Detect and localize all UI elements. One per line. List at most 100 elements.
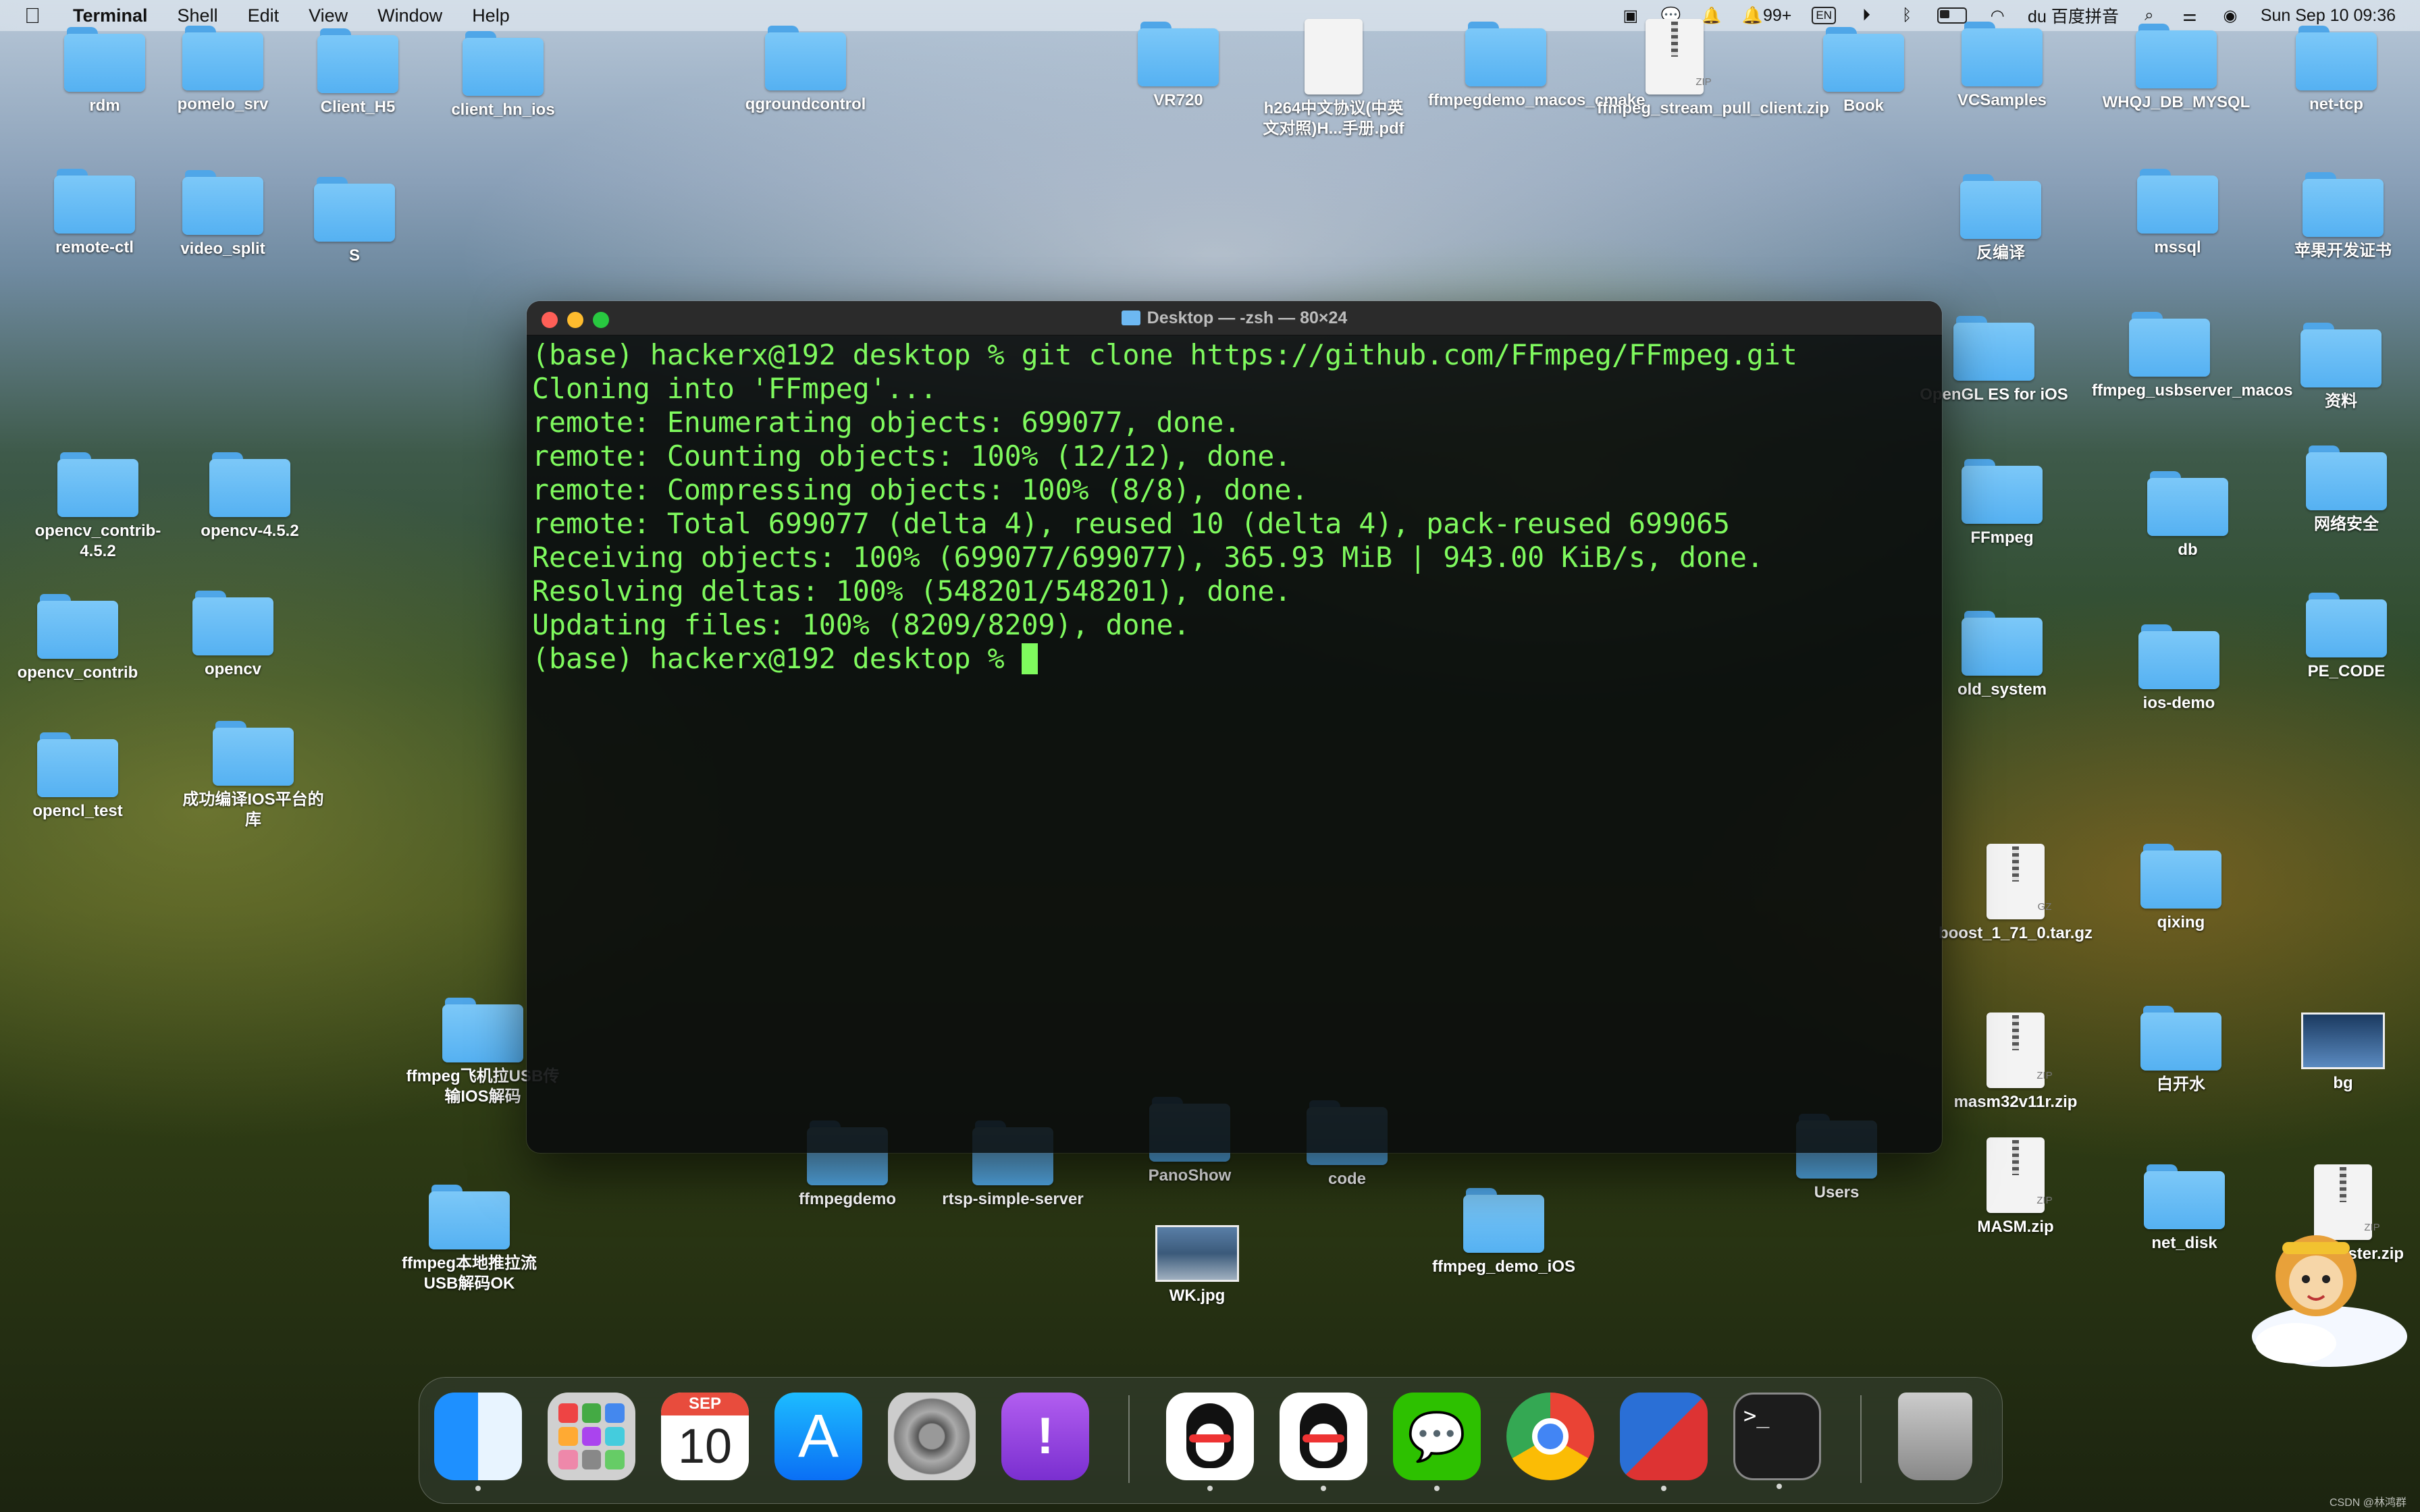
terminal-title-bar[interactable]: Desktop — -zsh — 80×24: [527, 301, 1942, 335]
apple-menu-icon[interactable]: : [24, 3, 65, 28]
folder-icon: [37, 732, 118, 797]
clock[interactable]: Sun Sep 10 09:36: [2261, 6, 2396, 26]
terminal-output[interactable]: (base) hackerx@192 desktop % git clone h…: [527, 335, 1942, 678]
gz-file-icon: GZ: [1987, 844, 2051, 919]
desktop-item[interactable]: opencv: [155, 591, 311, 680]
desktop-item[interactable]: 资料: [2263, 323, 2419, 412]
desktop-item[interactable]: WK.jpg: [1120, 1218, 1275, 1306]
desktop-item-label: net-tcp: [2309, 95, 2363, 113]
input-method-indicator[interactable]: EN: [1812, 7, 1837, 24]
desktop-item[interactable]: pomelo_srv: [145, 26, 300, 115]
trash-icon[interactable]: [1898, 1393, 1972, 1480]
system-settings-icon[interactable]: [888, 1393, 976, 1480]
terminal-app-icon[interactable]: >_: [1733, 1393, 1821, 1489]
desktop-item[interactable]: old_system: [1924, 611, 2080, 700]
menu-view[interactable]: View: [309, 5, 348, 26]
desktop-item[interactable]: 苹果开发证书: [2265, 172, 2420, 261]
desktop-item[interactable]: ffmpeg_usbserver_macos: [2092, 312, 2292, 401]
qq-icon[interactable]: [1166, 1393, 1254, 1491]
desktop-item[interactable]: mssql: [2100, 169, 2255, 258]
desktop-item[interactable]: ffmpegdemo_macos_cmake: [1428, 22, 1645, 111]
desktop-item-label: Client_H5: [320, 98, 396, 116]
play-icon[interactable]: ⏵: [1856, 5, 1876, 26]
folder-icon: [1962, 459, 2043, 524]
folder-icon: [2306, 446, 2387, 510]
desktop-item[interactable]: qixing: [2103, 844, 2259, 933]
desktop-item-label: code: [1327, 1170, 1366, 1188]
desktop-item[interactable]: ios-demo: [2101, 624, 2257, 713]
folder-icon: [765, 26, 846, 90]
desktop-item[interactable]: 白开水: [2103, 1006, 2259, 1095]
desktop-item[interactable]: FFmpeg: [1924, 459, 2080, 548]
feedback-assistant-icon[interactable]: !: [1001, 1393, 1089, 1480]
folder-icon: [442, 998, 523, 1062]
siri-icon[interactable]: ◉: [2220, 5, 2240, 26]
terminal-line: (base) hackerx@192 desktop % git clone h…: [532, 338, 1797, 371]
qq-icon[interactable]: [1280, 1393, 1367, 1491]
desktop-item[interactable]: opencv-4.5.2: [172, 452, 327, 541]
desktop-item[interactable]: h264中文协议(中英文对照)H...手册.pdf: [1256, 19, 1411, 139]
zoom-button[interactable]: [593, 312, 609, 328]
desktop-item[interactable]: ZIP ffmpeg_stream_pull_client.zip: [1597, 19, 1829, 119]
menu-help[interactable]: Help: [472, 5, 510, 26]
menu-edit[interactable]: Edit: [248, 5, 280, 26]
desktop-item-label: rtsp-simple-server: [942, 1190, 1084, 1208]
folder-icon: [1463, 1188, 1544, 1253]
desktop-item[interactable]: 成功编译IOS平台的库: [176, 721, 331, 830]
minimize-button[interactable]: [567, 312, 583, 328]
desktop-item-label: opencv_contrib: [17, 664, 138, 682]
chrome-icon[interactable]: [1506, 1393, 1594, 1480]
folder-icon: [2303, 172, 2384, 237]
menu-shell[interactable]: Shell: [178, 5, 218, 26]
menu-window[interactable]: Window: [377, 5, 442, 26]
desktop-item[interactable]: opencv_contrib-4.5.2: [20, 452, 176, 562]
finder-icon[interactable]: [434, 1393, 522, 1491]
running-indicator: [1207, 1486, 1213, 1491]
desktop-item-label: 苹果开发证书: [2294, 242, 2392, 260]
app-store-icon[interactable]: A: [774, 1393, 862, 1480]
desktop-item[interactable]: net-tcp: [2259, 26, 2414, 115]
desktop-item[interactable]: Book: [1786, 27, 1941, 116]
calendar-icon[interactable]: SEP 10: [661, 1393, 749, 1480]
menu-app-name[interactable]: Terminal: [73, 5, 148, 26]
desktop-item[interactable]: opencv_contrib: [0, 594, 155, 683]
desktop-item[interactable]: GZ boost_1_71_0.tar.gz: [1938, 844, 2093, 944]
terminal-line: Cloning into 'FFmpeg'...: [532, 372, 937, 405]
desktop-item-label: VR720: [1153, 91, 1203, 109]
desktop-item[interactable]: Client_H5: [280, 28, 436, 117]
launchpad-icon[interactable]: [548, 1393, 635, 1480]
desktop-item[interactable]: db: [2110, 471, 2265, 560]
folder-icon: [1138, 22, 1219, 86]
desktop-item[interactable]: S: [277, 177, 432, 266]
desktop-item-label: h264中文协议(中英文对照)H...手册.pdf: [1263, 99, 1404, 138]
desktop-item[interactable]: ZIP MASM.zip: [1938, 1137, 2093, 1237]
wechat-icon[interactable]: 💬: [1393, 1393, 1481, 1491]
desktop-item-label: VCSamples: [1957, 91, 2047, 109]
close-button[interactable]: [542, 312, 558, 328]
desktop-item[interactable]: client_hn_ios: [425, 31, 581, 120]
desktop-item[interactable]: VCSamples: [1924, 22, 2080, 111]
desktop-item[interactable]: ffmpeg本地推拉流USB解码OK: [392, 1185, 547, 1294]
desktop-item[interactable]: 网络安全: [2269, 446, 2420, 535]
search-icon[interactable]: ⌕: [2139, 5, 2159, 26]
monkey-king-mascot[interactable]: [2235, 1202, 2411, 1377]
desktop-item[interactable]: PE_CODE: [2269, 593, 2420, 682]
desktop-item[interactable]: opencl_test: [0, 732, 155, 821]
terminal-window[interactable]: Desktop — -zsh — 80×24 (base) hackerx@19…: [527, 301, 1942, 1153]
terminal-prompt-line[interactable]: (base) hackerx@192 desktop %: [532, 642, 1937, 676]
parallels-icon[interactable]: [1620, 1393, 1708, 1491]
desktop-item[interactable]: bg: [2265, 1006, 2420, 1094]
desktop-item[interactable]: qgroundcontrol: [728, 26, 883, 115]
desktop-item[interactable]: 反编译: [1923, 174, 2078, 263]
zip-file-icon: ZIP: [1987, 1137, 2053, 1213]
dock-separator: [1128, 1395, 1130, 1483]
control-center-icon[interactable]: ⚌: [2180, 5, 2200, 26]
bluetooth-icon[interactable]: ᛒ: [1897, 5, 1917, 26]
desktop-item-label: FFmpeg: [1970, 529, 2034, 547]
desktop-item[interactable]: ffmpeg_demo_iOS: [1426, 1188, 1581, 1277]
desktop-item-label: mssql: [2154, 238, 2201, 256]
desktop-item[interactable]: VR720: [1101, 22, 1256, 111]
desktop-item[interactable]: ZIP masm32v11r.zip: [1938, 1013, 2093, 1112]
folder-icon: [2138, 624, 2219, 689]
desktop-item[interactable]: WHQJ_DB_MYSQL: [2099, 24, 2254, 113]
